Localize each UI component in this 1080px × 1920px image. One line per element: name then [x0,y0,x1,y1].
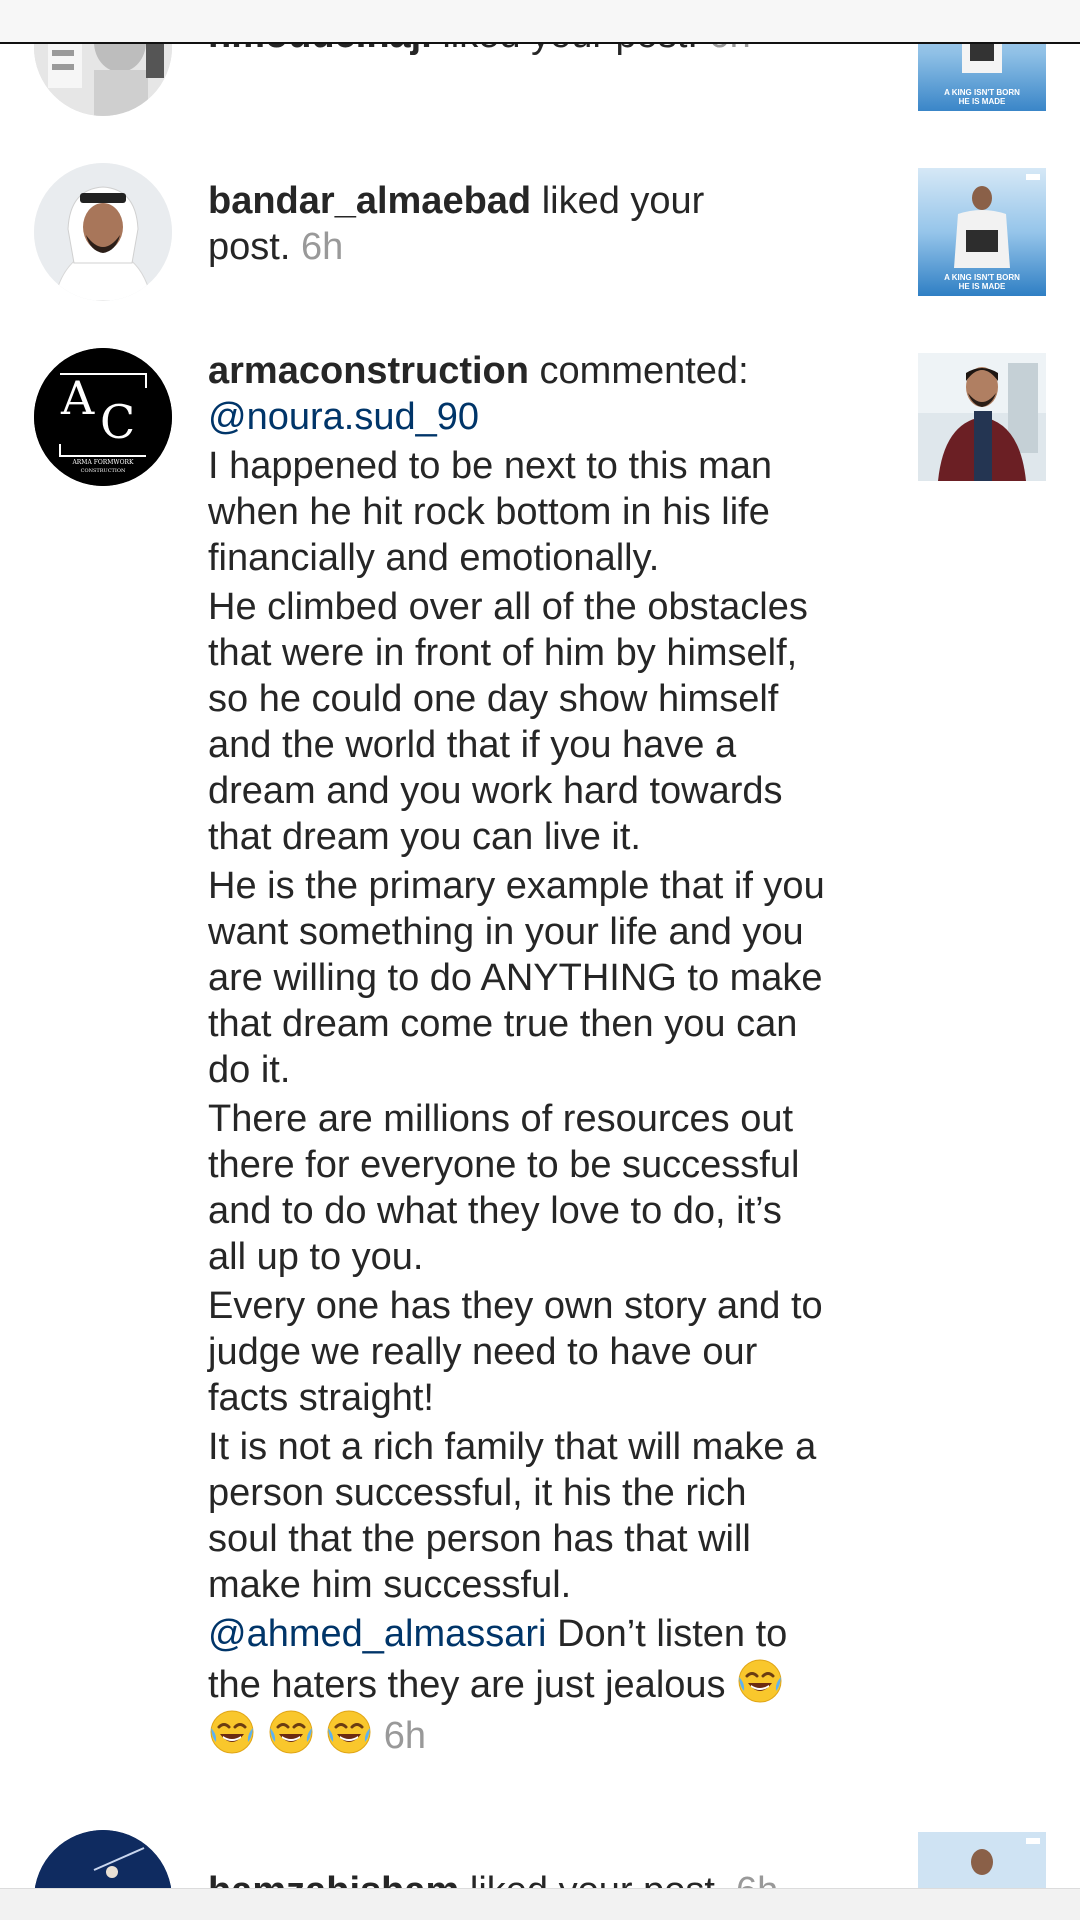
timestamp: 6h [383,1715,426,1757]
notification-action: commented: [539,350,749,392]
comment-paragraph: He is the primary example that if you wan… [208,863,898,1093]
face-with-tears-of-joy-icon [736,1659,784,1706]
comment-line: when he hit rock bottom in his life [208,491,770,533]
username-link[interactable]: armaconstruction [208,350,529,392]
thumbnail-caption: A KING ISN'T BORN [944,88,1020,97]
comment-line: and the world that if you have a [208,724,737,766]
comment-line: facts straight! [208,1377,434,1419]
comment-line: want something in your life and you [208,911,804,953]
comment-line: judge we really need to have our [208,1331,758,1373]
mention-link[interactable]: @ahmed_almassari [208,1613,547,1655]
comment-line: Don’t listen to [557,1613,788,1655]
comment-line: person successful, it his the rich [208,1472,747,1514]
logo-letter: A [60,371,95,425]
avatar[interactable]: A C ARMA FORMWORK CONSTRUCTION [34,348,172,486]
comment-line: that were in front of him by himself, [208,632,798,674]
mention-link[interactable]: @noura.sud_90 [208,396,479,438]
bottom-tab-bar [0,1888,1080,1920]
comment-line: dream and you work hard towards [208,770,783,812]
comment-paragraph: It is not a rich family that will make a… [208,1424,898,1608]
comment-line: that dream you can live it. [208,816,641,858]
comment-line: He is the primary example that if you [208,865,825,907]
notification-item[interactable]: A C ARMA FORMWORK CONSTRUCTION armaconst… [0,348,1080,1778]
comment-paragraph: He climbed over all of the obstacles that… [208,584,898,860]
logo-text: ARMA FORMWORK [71,459,134,466]
avatar[interactable] [34,163,172,301]
face-with-tears-of-joy-icon [267,1710,315,1757]
comment-paragraph: Every one has they own story and to judge… [208,1283,898,1421]
thumbnail-caption: HE IS MADE [958,282,1006,291]
activity-feed: nmoude.naji liked your post. 6h A KING I… [0,0,1080,1920]
comment-line: do it. [208,1049,291,1091]
comment-line: that dream come true then you can [208,1003,798,1045]
logo-letter: C [100,395,135,449]
comment-line: There are millions of resources out [208,1098,794,1140]
comment-line: It is not a rich family that will make a [208,1426,817,1468]
comment-line: I happened to be next to this man [208,445,773,487]
comment-line: and to do what they love to do, it’s [208,1190,782,1232]
comment-line: are willing to do ANYTHING to make [208,957,823,999]
notification-item[interactable]: bandar_almaebad liked your post. 6h A KI… [0,163,1080,323]
username-link[interactable]: bandar_almaebad [208,180,531,222]
comment-line: make him successful. [208,1564,572,1606]
notification-text: bandar_almaebad liked your post. 6h [208,178,898,270]
comment-line: Every one has they own story and to [208,1285,823,1327]
notification-action: post. [208,226,291,268]
comment-line: financially and emotionally. [208,537,660,579]
face-with-tears-of-joy-icon [208,1710,256,1757]
comment-line: so he could one day show himself [208,678,779,720]
post-thumbnail[interactable] [918,353,1046,481]
comment-line: soul that the person has that will [208,1518,751,1560]
comment-line: He climbed over all of the obstacles [208,586,808,628]
thumbnail-caption: HE IS MADE [958,97,1006,106]
comment-paragraph: I happened to be next to this man when he… [208,443,898,581]
timestamp: 6h [300,226,344,268]
comment-paragraph: There are millions of resources out there… [208,1096,898,1280]
notification-action: liked your [541,180,705,222]
comment-body: I happened to be next to this man when he… [208,443,898,1608]
top-navigation-bar [0,0,1080,44]
thumbnail-caption: A KING ISN'T BORN [944,273,1020,282]
comment-line: the haters they are just jealous [208,1664,726,1706]
comment-line: there for everyone to be successful [208,1144,800,1186]
face-with-tears-of-joy-icon [325,1710,373,1757]
comment-line: all up to you. [208,1236,424,1278]
logo-text: CONSTRUCTION [81,468,126,474]
comment-text: armaconstruction commented: @noura.sud_9… [208,348,898,1759]
post-thumbnail[interactable]: A KING ISN'T BORN HE IS MADE [918,168,1046,296]
